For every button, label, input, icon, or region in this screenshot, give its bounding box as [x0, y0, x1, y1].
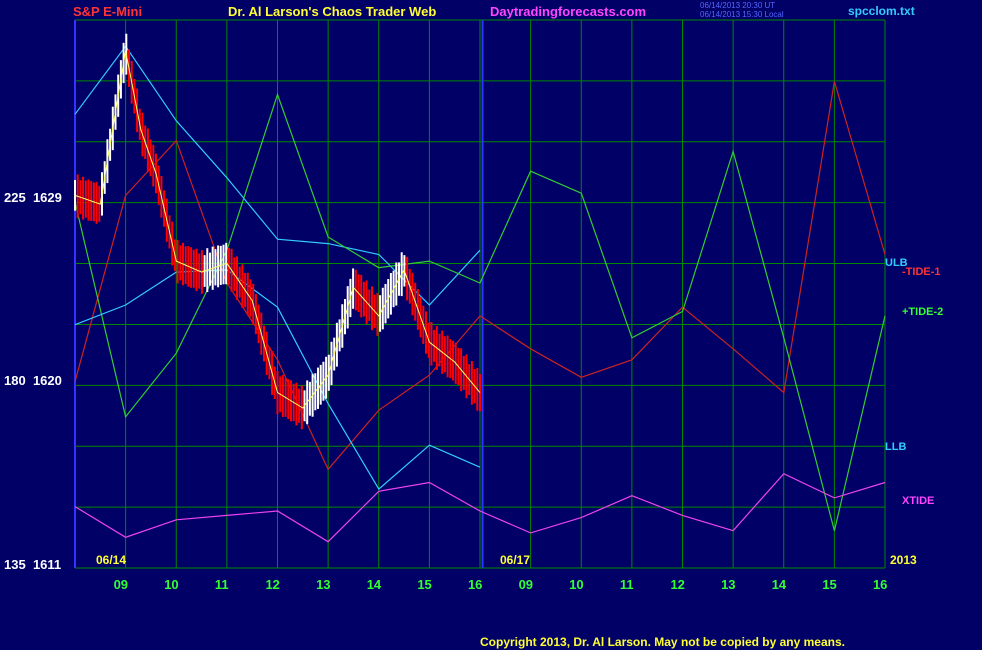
date-label-year: 2013: [890, 553, 917, 567]
x-tick-label: 16: [467, 577, 483, 592]
y-tick-1620: 180 1620: [4, 373, 62, 388]
copyright-notice: Copyright 2013, Dr. Al Larson. May not b…: [480, 635, 845, 649]
x-tick-label: 12: [265, 577, 280, 592]
x-tick-label: 09: [518, 577, 534, 592]
x-tick-label: 12: [670, 577, 685, 592]
site-link[interactable]: Daytradingforecasts.com: [490, 4, 646, 19]
x-tick-label: 10: [569, 577, 584, 592]
date-label-0614: 06/14: [96, 553, 127, 567]
x-tick-label: 14: [366, 577, 382, 592]
x-tick-label: 11: [214, 577, 229, 592]
xtide-label: XTIDE: [902, 495, 935, 507]
y-tick-1611: 135 1611: [4, 557, 62, 572]
date-label-0617: 06/17: [500, 553, 531, 567]
x-tick-label: 09: [113, 577, 129, 592]
x-tick-label: 13: [316, 577, 331, 592]
x-tick-label: 13: [721, 577, 736, 592]
chart-title: Dr. Al Larson's Chaos Trader Web: [228, 4, 437, 19]
tide2-label: +TIDE-2: [902, 306, 944, 318]
y-tick-1629: 225 1629: [4, 190, 62, 205]
chart-canvas: [74, 19, 886, 569]
grid-lines: [74, 19, 886, 569]
tide1-label: -TIDE-1: [902, 266, 941, 278]
x-tick-label: 14: [771, 577, 787, 592]
file-name: spcclom.txt: [848, 4, 915, 18]
timestamp-ut: 06/14/2013 20:30 UT: [700, 1, 776, 10]
x-tick-label: 11: [619, 577, 634, 592]
symbol-title: S&P E-Mini: [73, 4, 143, 19]
x-tick-label: 10: [164, 577, 179, 592]
llb-label: LLB: [885, 441, 907, 453]
x-tick-label: 15: [417, 577, 432, 592]
x-tick-label: 15: [822, 577, 837, 592]
x-tick-label: 16: [872, 577, 888, 592]
timestamp-local: 06/14/2013 15:30 Local: [700, 10, 784, 19]
